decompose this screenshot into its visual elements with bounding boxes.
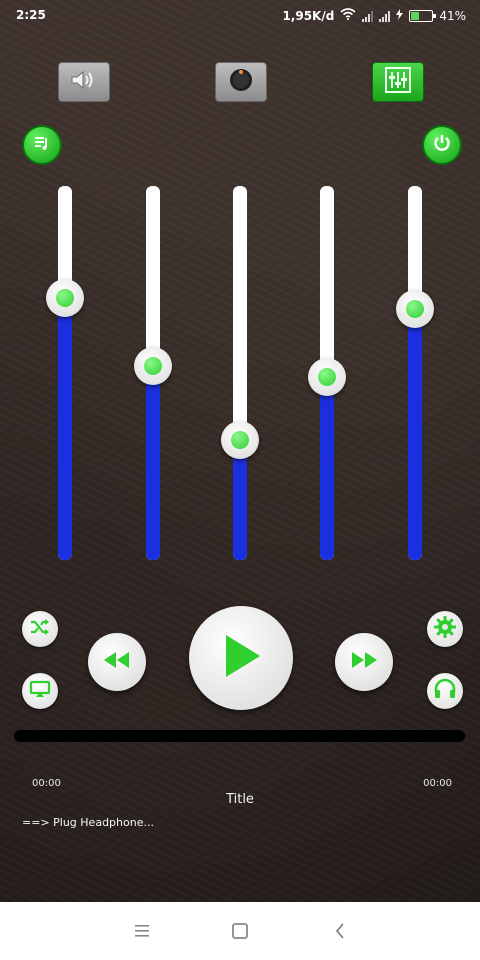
wifi-icon: [340, 8, 356, 23]
home-icon[interactable]: [229, 920, 251, 942]
speaker-icon: [69, 68, 99, 96]
status-bar: 2:25 1,95K/d 41%: [0, 0, 480, 30]
status-right: 1,95K/d 41%: [282, 8, 466, 23]
shuffle-icon: [29, 618, 51, 640]
eq-slider-5[interactable]: [396, 186, 434, 560]
power-icon: [432, 133, 452, 157]
playlist-button[interactable]: [22, 125, 62, 165]
track-title: Title: [226, 792, 254, 807]
playlist-icon: [33, 134, 51, 156]
settings-gear-icon: [433, 615, 457, 643]
eq-slider-handle[interactable]: [134, 346, 172, 385]
headphones-icon: [433, 678, 457, 704]
eq-slider-3[interactable]: [221, 186, 259, 560]
back-icon[interactable]: [329, 920, 351, 942]
eq-handle-dot: [56, 289, 74, 308]
eq-handle-dot: [318, 367, 336, 386]
eq-slider-4[interactable]: [308, 186, 346, 560]
battery-icon: [409, 9, 437, 22]
eq-slider-1[interactable]: [46, 186, 84, 560]
charging-bolt-icon: [396, 8, 404, 23]
bass-knob-button[interactable]: [215, 62, 267, 102]
battery-percent: 41%: [439, 8, 466, 23]
signal-icon: [362, 10, 374, 22]
eq-level-fill: [320, 376, 334, 560]
equalizer-button[interactable]: [372, 62, 424, 102]
equalizer-icon: [384, 66, 412, 98]
repeat-button[interactable]: [22, 673, 58, 709]
rewind-button[interactable]: [88, 633, 146, 691]
shuffle-button[interactable]: [22, 611, 58, 647]
knob-icon: [228, 67, 254, 97]
total-duration: 00:00: [423, 778, 452, 789]
headphones-button[interactable]: [427, 673, 463, 709]
eq-level-fill: [58, 298, 72, 560]
play-icon: [218, 631, 264, 685]
eq-handle-dot: [144, 356, 162, 375]
menu-icon[interactable]: [131, 920, 153, 942]
signal-icon: [379, 10, 391, 22]
elapsed-time: 00:00: [32, 778, 61, 789]
eq-slider-handle[interactable]: [308, 357, 346, 396]
play-button[interactable]: [189, 606, 293, 710]
power-button[interactable]: [422, 125, 462, 165]
repeat-icon: [29, 680, 51, 702]
network-speed: 1,95K/d: [282, 8, 335, 23]
eq-handle-dot: [406, 300, 424, 319]
settings-button[interactable]: [427, 611, 463, 647]
fast-forward-button[interactable]: [335, 633, 393, 691]
eq-level-fill: [408, 309, 422, 560]
playback-progress-bar[interactable]: [14, 730, 465, 742]
status-time: 2:25: [16, 8, 46, 22]
navigation-bar: [0, 902, 480, 960]
fast-forward-icon: [348, 650, 380, 674]
volume-button[interactable]: [58, 62, 110, 102]
eq-level-fill: [146, 365, 160, 560]
rewind-icon: [101, 650, 133, 674]
eq-slider-handle[interactable]: [46, 279, 84, 318]
eq-slider-2[interactable]: [134, 186, 172, 560]
headphone-hint: ==> Plug Headphone...: [22, 816, 154, 829]
eq-handle-dot: [231, 431, 249, 450]
